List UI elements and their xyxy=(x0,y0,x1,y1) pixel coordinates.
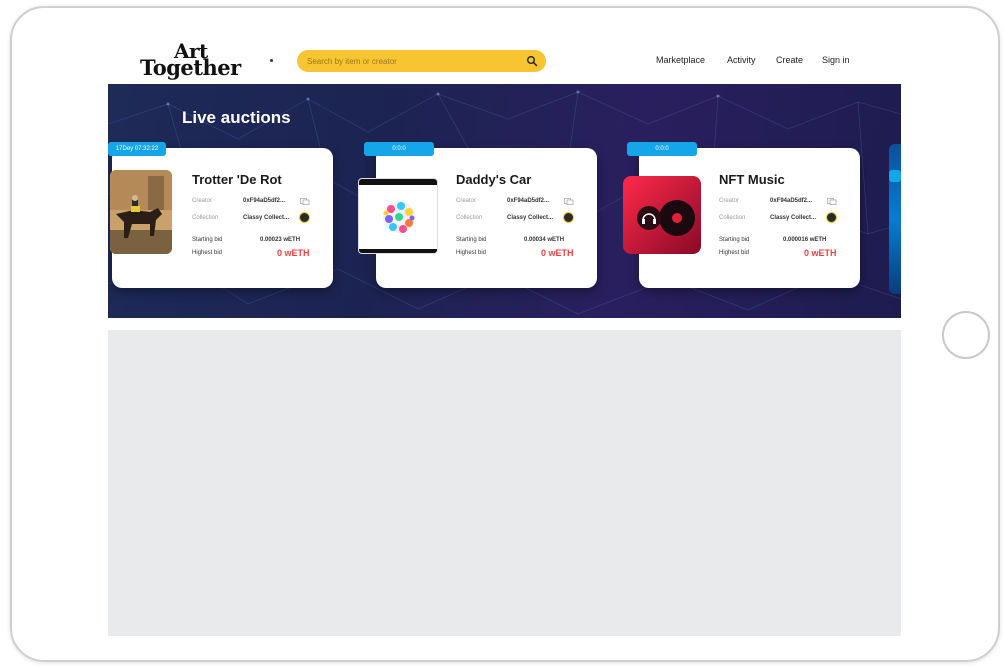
nav-marketplace[interactable]: Marketplace xyxy=(656,55,705,65)
card-title[interactable]: NFT Music xyxy=(719,172,785,187)
search-icon[interactable] xyxy=(526,55,538,67)
starting-bid-value: 0.00023 wETH xyxy=(260,237,301,243)
highest-bid-value: 0 wETH xyxy=(277,248,310,258)
starting-bid-value: 0.00034 wETH xyxy=(524,237,565,243)
artwork-thumbnail[interactable] xyxy=(623,176,701,254)
collection-name[interactable]: Classy Collect... xyxy=(507,215,553,221)
app-screen: Art Together Marketplace Activity Create… xyxy=(108,37,901,636)
collection-avatar xyxy=(563,212,574,223)
artwork-thumbnail[interactable] xyxy=(358,178,438,254)
home-button[interactable] xyxy=(942,311,990,359)
collection-label: Collection xyxy=(192,215,219,221)
starting-bid-value: 0.000016 wETH xyxy=(783,237,827,243)
live-auctions-banner: Live auctions 17Dey 07:32:22 Trotter 'De… xyxy=(108,84,901,318)
next-auction-card-partial[interactable] xyxy=(889,144,901,294)
starting-bid-label: Starting bid xyxy=(456,237,487,243)
auction-card[interactable]: 0:0:0 Daddy's Car Creator 0xF94aD5df2...… xyxy=(358,142,597,288)
copy-icon[interactable] xyxy=(300,198,310,205)
collection-avatar xyxy=(826,212,837,223)
copy-icon[interactable] xyxy=(564,198,574,205)
music-vinyl-image xyxy=(623,176,701,254)
auction-timer: 0:0:0 xyxy=(364,142,434,156)
creator-address[interactable]: 0xF94aD5df2... xyxy=(507,198,549,204)
search-input[interactable] xyxy=(307,53,507,69)
collection-label: Collection xyxy=(719,215,746,221)
auction-card[interactable]: 17Dey 07:32:22 Trotter 'De Rot Creator 0… xyxy=(108,142,333,288)
artwork-thumbnail[interactable] xyxy=(110,170,172,254)
card-title[interactable]: Daddy's Car xyxy=(456,172,531,187)
banner-bottom-strip xyxy=(108,318,901,330)
starting-bid-label: Starting bid xyxy=(719,237,750,243)
highest-bid-label: Highest bid xyxy=(192,250,223,256)
header: Art Together Marketplace Activity Create… xyxy=(108,37,901,84)
colorful-dots-image xyxy=(359,179,437,253)
collection-name[interactable]: Classy Collect... xyxy=(770,215,816,221)
auction-timer xyxy=(889,170,901,182)
nav-sign-in[interactable]: Sign in xyxy=(822,55,850,65)
collection-label: Collection xyxy=(456,215,483,221)
live-auctions-title: Live auctions xyxy=(182,108,291,127)
highest-bid-label: Highest bid xyxy=(456,250,487,256)
creator-address[interactable]: 0xF94aD5df2... xyxy=(243,198,285,204)
auction-timer: 17Dey 07:32:22 xyxy=(108,142,166,156)
nav-activity[interactable]: Activity xyxy=(727,55,756,65)
copy-icon[interactable] xyxy=(827,198,837,205)
highest-bid-value: 0 wETH xyxy=(804,248,837,258)
horse-painting-image xyxy=(110,170,172,254)
creator-label: Creator xyxy=(456,198,477,204)
auction-timer: 0:0:0 xyxy=(627,142,697,156)
highest-bid-label: Highest bid xyxy=(719,250,750,256)
collection-avatar xyxy=(299,212,310,223)
search-bar[interactable] xyxy=(297,50,546,72)
logo[interactable]: Art Together xyxy=(140,39,252,81)
divider-dot xyxy=(270,59,273,62)
nav-create[interactable]: Create xyxy=(776,55,803,65)
highest-bid-value: 0 wETH xyxy=(541,248,574,258)
card-title[interactable]: Trotter 'De Rot xyxy=(192,172,282,187)
logo-line-2: Together xyxy=(140,55,241,80)
creator-label: Creator xyxy=(192,198,213,204)
creator-address[interactable]: 0xF94aD5df2... xyxy=(770,198,812,204)
creator-label: Creator xyxy=(719,198,740,204)
collection-name[interactable]: Classy Collect... xyxy=(243,215,289,221)
starting-bid-label: Starting bid xyxy=(192,237,223,243)
auction-card[interactable]: 0:0:0 NFT Music Creator 0xF94aD5df2... C… xyxy=(623,142,860,288)
